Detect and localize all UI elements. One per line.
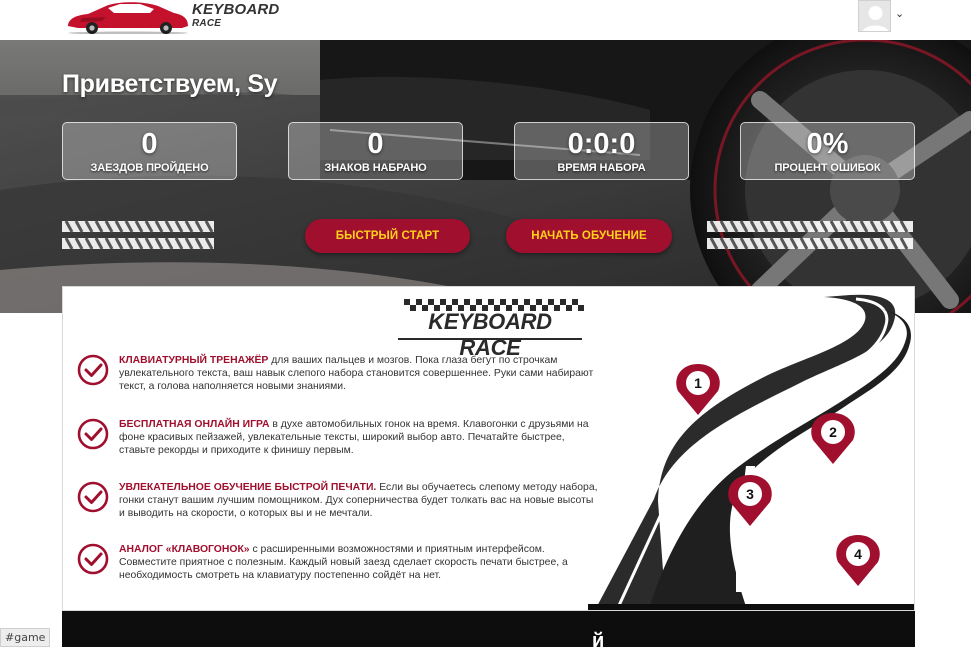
check-circle-icon (77, 354, 109, 386)
feature-title: БЕСПЛАТНАЯ ОНЛАЙН ИГРА (119, 419, 270, 430)
stat-label: ЗАЕЗДОВ ПРОЙДЕНО (90, 162, 209, 174)
winding-road-illustration: 1 2 3 4 (588, 288, 914, 610)
quick-start-button[interactable]: БЫСТРЫЙ СТАРТ (305, 219, 470, 253)
logo-wordmark: KEYBOARD RACE (192, 2, 279, 30)
map-pin-3: 3 (728, 475, 772, 526)
stat-label: ПРОЦЕНТ ОШИБОК (774, 162, 881, 174)
check-circle-icon (77, 481, 109, 513)
stat-characters-typed: 0 ЗНАКОВ НАБРАНО (288, 122, 463, 180)
avatar[interactable] (858, 0, 891, 32)
stat-value: 0% (806, 128, 849, 160)
brand-underline (398, 338, 582, 340)
feature-title: КЛАВИАТУРНЫЙ ТРЕНАЖЁР (119, 355, 269, 366)
feature-title: УВЛЕКАТЕЛЬНОЕ ОБУЧЕНИЕ БЫСТРОЙ ПЕЧАТИ. (119, 482, 377, 493)
chevron-down-icon[interactable]: ⌄ (895, 7, 904, 20)
map-pin-4: 4 (836, 535, 880, 586)
map-pin-2: 2 (811, 413, 855, 464)
page: KEYBOARD RACE ⌄ Приветствуем, Sy 0 ЗАЕЗД… (0, 0, 971, 647)
stat-label: ЗНАКОВ НАБРАНО (324, 162, 427, 174)
feature-text: УВЛЕКАТЕЛЬНОЕ ОБУЧЕНИЕ БЫСТРОЙ ПЕЧАТИ. Е… (119, 481, 599, 520)
user-menu[interactable]: ⌄ (858, 0, 908, 34)
map-pin-label: 3 (746, 486, 754, 502)
stat-typing-time: 0:0:0 ВРЕМЯ НАБОРА (514, 122, 689, 180)
race-car-icon (68, 2, 188, 34)
tire-track-left-icon (62, 220, 214, 250)
check-circle-icon (77, 543, 109, 575)
stat-error-percent: 0% ПРОЦЕНТ ОШИБОК (740, 122, 915, 180)
greeting-title: Приветствуем, Sy (62, 70, 278, 98)
feature-title: АНАЛОГ «КЛАВОГОНОК» (119, 544, 250, 555)
map-pin-label: 4 (854, 546, 862, 562)
feature-text: КЛАВИАТУРНЫЙ ТРЕНАЖЁР для ваших пальцев … (119, 354, 599, 393)
user-silhouette-icon (862, 6, 889, 31)
check-circle-icon (77, 418, 109, 450)
stat-label: ВРЕМЯ НАБОРА (557, 162, 646, 174)
dark-section: й (62, 611, 915, 647)
map-pin-label: 2 (829, 424, 837, 440)
stat-value: 0 (367, 128, 384, 160)
start-learning-button[interactable]: НАЧАТЬ ОБУЧЕНИЕ (506, 219, 672, 253)
logo-title: KEYBOARD (192, 1, 280, 18)
stat-races-completed: 0 ЗАЕЗДОВ ПРОЙДЕНО (62, 122, 237, 180)
feature-text: АНАЛОГ «КЛАВОГОНОК» с расширенными возмо… (119, 543, 599, 582)
feature-text: БЕСПЛАТНАЯ ОНЛАЙН ИГРА в духе автомобиль… (119, 418, 599, 457)
logo-subtitle: RACE (192, 18, 222, 29)
map-pin-label: 1 (694, 375, 702, 391)
info-panel: KEYBOARD RACE КЛАВИАТУРНЫЙ ТРЕНАЖЁР для … (62, 286, 915, 611)
brand-title: KEYBOARD RACE (396, 299, 584, 360)
tire-track-right-icon (707, 220, 913, 250)
stat-value: 0:0:0 (567, 128, 636, 160)
dark-section-heading-fragment: й (592, 630, 605, 647)
url-status-tag: #game (0, 628, 51, 647)
stat-value: 0 (141, 128, 158, 160)
top-header: KEYBOARD RACE ⌄ (0, 0, 971, 40)
hero-banner: Приветствуем, Sy 0 ЗАЕЗДОВ ПРОЙДЕНО 0 ЗН… (0, 40, 971, 313)
